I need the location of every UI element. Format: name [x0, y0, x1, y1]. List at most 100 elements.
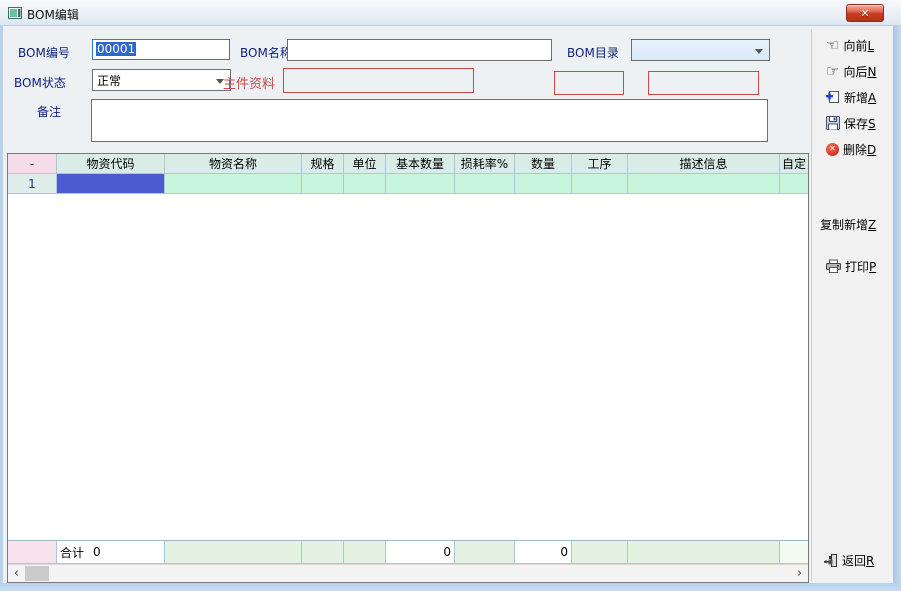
remark-textarea[interactable] — [91, 99, 768, 142]
scroll-left-icon: ‹ — [14, 567, 19, 580]
cell-spec[interactable] — [302, 174, 344, 194]
grid-header-row: - 物资代码 物资名称 规格 单位 基本数量 损耗率% 数量 工序 描述信息 自… — [8, 154, 808, 174]
next-label: 向后 — [843, 65, 867, 79]
cell-loss-rate[interactable] — [455, 174, 515, 194]
cell-process[interactable] — [572, 174, 628, 194]
exit-door-icon — [823, 553, 838, 568]
main-part-box-2[interactable] — [554, 71, 624, 95]
return-mnemonic: R — [866, 554, 874, 568]
bom-name-label: BOM名称 — [240, 44, 292, 61]
total-base-qty: 0 — [386, 540, 455, 564]
cell-material-code-selected[interactable] — [57, 174, 165, 194]
next-mnemonic: N — [867, 65, 876, 79]
delete-icon: ✕ — [826, 143, 839, 156]
header-description[interactable]: 描述信息 — [628, 154, 780, 174]
copy-add-button[interactable]: 复制新增Z — [820, 215, 876, 233]
header-unit[interactable]: 单位 — [344, 154, 386, 174]
header-loss-rate[interactable]: 损耗率% — [455, 154, 515, 174]
main-part-box-3[interactable] — [648, 71, 759, 95]
bom-edit-window: BOM编辑 ✕ BOM编号 00001 BOM名称 BOM目录 BOM状态 正常… — [0, 0, 901, 591]
hand-left-icon: ☜ — [826, 38, 839, 53]
total-loss-rate — [455, 540, 515, 564]
window-icon — [8, 6, 22, 20]
cell-material-name[interactable] — [165, 174, 302, 194]
scrollbar-track[interactable] — [49, 565, 791, 582]
print-label: 打印 — [845, 260, 869, 274]
bom-no-label: BOM编号 — [18, 44, 70, 61]
delete-label: 删除 — [843, 143, 867, 157]
copy-add-label: 复制新增 — [820, 218, 868, 232]
total-description — [628, 540, 780, 564]
next-button[interactable]: ☞ 向后N — [826, 62, 876, 80]
header-base-qty[interactable]: 基本数量 — [386, 154, 455, 174]
cell-custom[interactable] — [780, 174, 808, 194]
prev-mnemonic: L — [867, 39, 874, 53]
grid-empty-area — [8, 194, 808, 540]
print-mnemonic: P — [869, 260, 876, 274]
horizontal-scrollbar[interactable]: ‹ › — [8, 564, 808, 582]
grid-total-row: 合计 0 0 0 — [8, 540, 808, 564]
bom-detail-grid: - 物资代码 物资名称 规格 单位 基本数量 损耗率% 数量 工序 描述信息 自… — [7, 153, 809, 583]
cell-description[interactable] — [628, 174, 780, 194]
main-part-code-box[interactable] — [283, 68, 474, 93]
bom-status-combo[interactable]: 正常 — [92, 69, 231, 91]
window-title: BOM编辑 — [27, 6, 79, 23]
add-button[interactable]: 新增A — [826, 88, 876, 106]
hand-right-icon: ☞ — [826, 64, 839, 79]
header-material-name[interactable]: 物资名称 — [165, 154, 302, 174]
add-label: 新增 — [844, 91, 868, 105]
add-mnemonic: A — [868, 91, 876, 105]
header-selector[interactable]: - — [8, 154, 57, 174]
bom-status-label: BOM状态 — [14, 74, 66, 91]
scrollbar-thumb[interactable] — [25, 566, 49, 581]
window-border-bottom — [0, 583, 901, 591]
return-button[interactable]: 返回R — [823, 551, 874, 569]
grid-row-1: 1 — [8, 174, 808, 194]
save-mnemonic: S — [868, 117, 876, 131]
cell-base-qty[interactable] — [386, 174, 455, 194]
header-spec[interactable]: 规格 — [302, 154, 344, 174]
close-icon: ✕ — [860, 8, 869, 19]
scroll-right-icon: › — [797, 567, 802, 580]
total-qty: 0 — [515, 540, 572, 564]
prev-button[interactable]: ☜ 向前L — [826, 36, 874, 54]
action-panel — [811, 29, 892, 581]
header-process[interactable]: 工序 — [572, 154, 628, 174]
cell-qty[interactable] — [515, 174, 572, 194]
scroll-left-button[interactable]: ‹ — [8, 565, 25, 582]
header-custom[interactable]: 自定 — [780, 154, 808, 174]
bom-dir-label: BOM目录 — [567, 44, 619, 61]
bom-name-input[interactable] — [287, 39, 552, 61]
delete-x-glyph: ✕ — [829, 145, 836, 153]
print-button[interactable]: 打印P — [826, 257, 876, 275]
chevron-down-icon — [755, 49, 763, 54]
scroll-right-button[interactable]: › — [791, 565, 808, 582]
total-unit — [344, 540, 386, 564]
header-material-code[interactable]: 物资代码 — [57, 154, 165, 174]
total-spec — [302, 540, 344, 564]
bom-dir-combo[interactable] — [631, 39, 770, 61]
total-custom — [780, 540, 808, 564]
remark-label: 备注 — [37, 103, 61, 120]
delete-mnemonic: D — [867, 143, 876, 157]
delete-button[interactable]: ✕ 删除D — [826, 140, 876, 158]
save-floppy-icon — [826, 116, 840, 130]
bom-status-value: 正常 — [97, 74, 121, 88]
save-button[interactable]: 保存S — [826, 114, 876, 132]
bom-no-value: 00001 — [96, 42, 136, 56]
new-document-icon — [826, 90, 840, 104]
titlebar[interactable]: BOM编辑 ✕ — [0, 0, 901, 26]
cell-unit[interactable] — [344, 174, 386, 194]
total-process — [572, 540, 628, 564]
window-border-right — [893, 26, 901, 591]
printer-icon — [826, 259, 841, 273]
header-qty[interactable]: 数量 — [515, 154, 572, 174]
close-button[interactable]: ✕ — [846, 4, 884, 22]
copy-add-mnemonic: Z — [868, 218, 876, 232]
row-selector[interactable]: 1 — [8, 174, 57, 194]
prev-label: 向前 — [843, 39, 867, 53]
total-material-name — [165, 540, 302, 564]
main-part-label: 主件资料 — [223, 73, 275, 92]
total-label: 合计 — [60, 544, 84, 561]
bom-no-input[interactable]: 00001 — [92, 39, 230, 60]
